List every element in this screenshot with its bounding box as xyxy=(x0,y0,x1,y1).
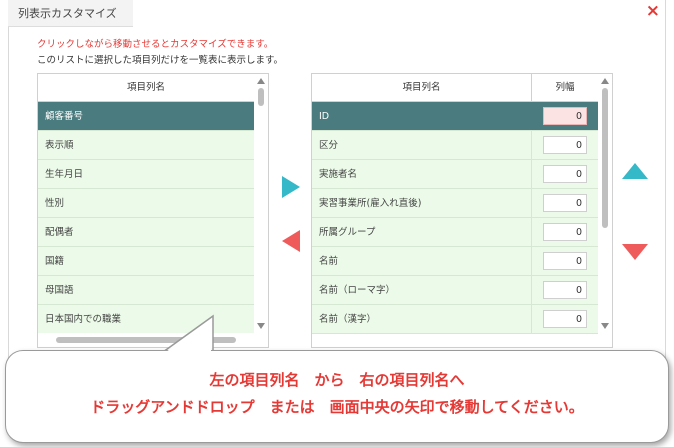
callout-line-1: 左の項目列名 から 右の項目列名へ xyxy=(209,371,465,389)
callout-line-2: ドラッグアンドドロップ または 画面中央の矢印で移動してください。 xyxy=(90,398,584,416)
instruction-callout: 左の項目列名 から 右の項目列名へ ドラッグアンドドロップ または 画面中央の矢… xyxy=(5,350,669,443)
callout-text: 左の項目列名 から 右の項目列名へ ドラッグアンドドロップ または 画面中央の矢… xyxy=(6,367,668,421)
